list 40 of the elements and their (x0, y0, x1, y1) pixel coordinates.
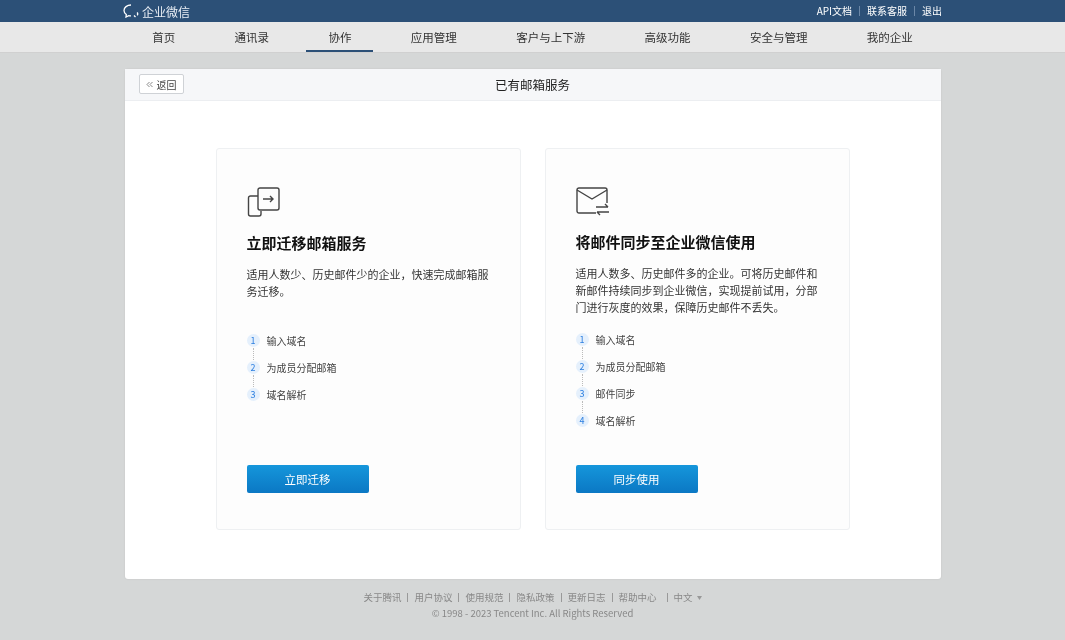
copyright-text: © 1998 - 2023 Tencent Inc. All Rights Reserved (431, 606, 634, 620)
nav-tab[interactable]: 客户与上下游 (494, 22, 608, 52)
step-label: 输入域名 (595, 332, 636, 347)
panel-title: 已有邮箱服务 (495, 75, 570, 94)
step-number: 3 (246, 388, 260, 401)
caret-icon (696, 595, 702, 600)
nav-tab[interactable]: 通讯录 (212, 22, 292, 52)
nav-tab[interactable]: 首页 (130, 22, 198, 52)
chat-bubble-icon (123, 4, 139, 18)
card-description: 适用人数多、历史邮件多的企业。可将历史邮件和新邮件持续同步到企业微信，实现提前试用，分部门进行灰度的效果，保障历史邮件不丢失。 (575, 265, 819, 317)
nav-tab[interactable]: 高级功能 (622, 22, 713, 52)
top-link[interactable]: 退出 (914, 6, 942, 16)
step-label: 邮件同步 (595, 386, 636, 401)
step-number: 3 (575, 387, 589, 400)
step-number: 1 (246, 334, 260, 347)
double-chevron-icon (145, 80, 153, 88)
nav-tab[interactable]: 安全与管理 (727, 22, 830, 52)
step-label: 域名解析 (595, 413, 636, 428)
step-number: 2 (246, 361, 260, 374)
nav-tab[interactable]: 协作 (306, 22, 374, 52)
app-logo-text: 企业微信 (142, 2, 190, 20)
back-button[interactable]: 返回 (138, 74, 184, 94)
action-button[interactable]: 同步使用 (575, 465, 698, 493)
top-link[interactable]: API文档 (809, 6, 859, 16)
mail-sync-icon (575, 187, 610, 217)
card-description: 适用人数少、历史邮件少的企业，快速完成邮箱服务迁移。 (246, 266, 490, 301)
step-label: 输入域名 (266, 333, 307, 348)
nav-tab[interactable]: 应用管理 (388, 22, 479, 52)
card-title: 将邮件同步至企业微信使用 (575, 231, 757, 252)
card-title: 立即迁移邮箱服务 (246, 232, 368, 253)
nav-tab[interactable]: 我的企业 (844, 22, 935, 52)
step-label: 为成员分配邮箱 (595, 359, 666, 374)
transfer-icon (246, 187, 281, 218)
action-button[interactable]: 立即迁移 (246, 465, 369, 493)
step-number: 1 (575, 333, 589, 346)
top-link[interactable]: 联系客服 (859, 6, 914, 16)
step-label: 域名解析 (266, 387, 307, 402)
step-label: 为成员分配邮箱 (266, 360, 337, 375)
step-number: 4 (575, 414, 589, 427)
step-number: 2 (575, 360, 589, 373)
